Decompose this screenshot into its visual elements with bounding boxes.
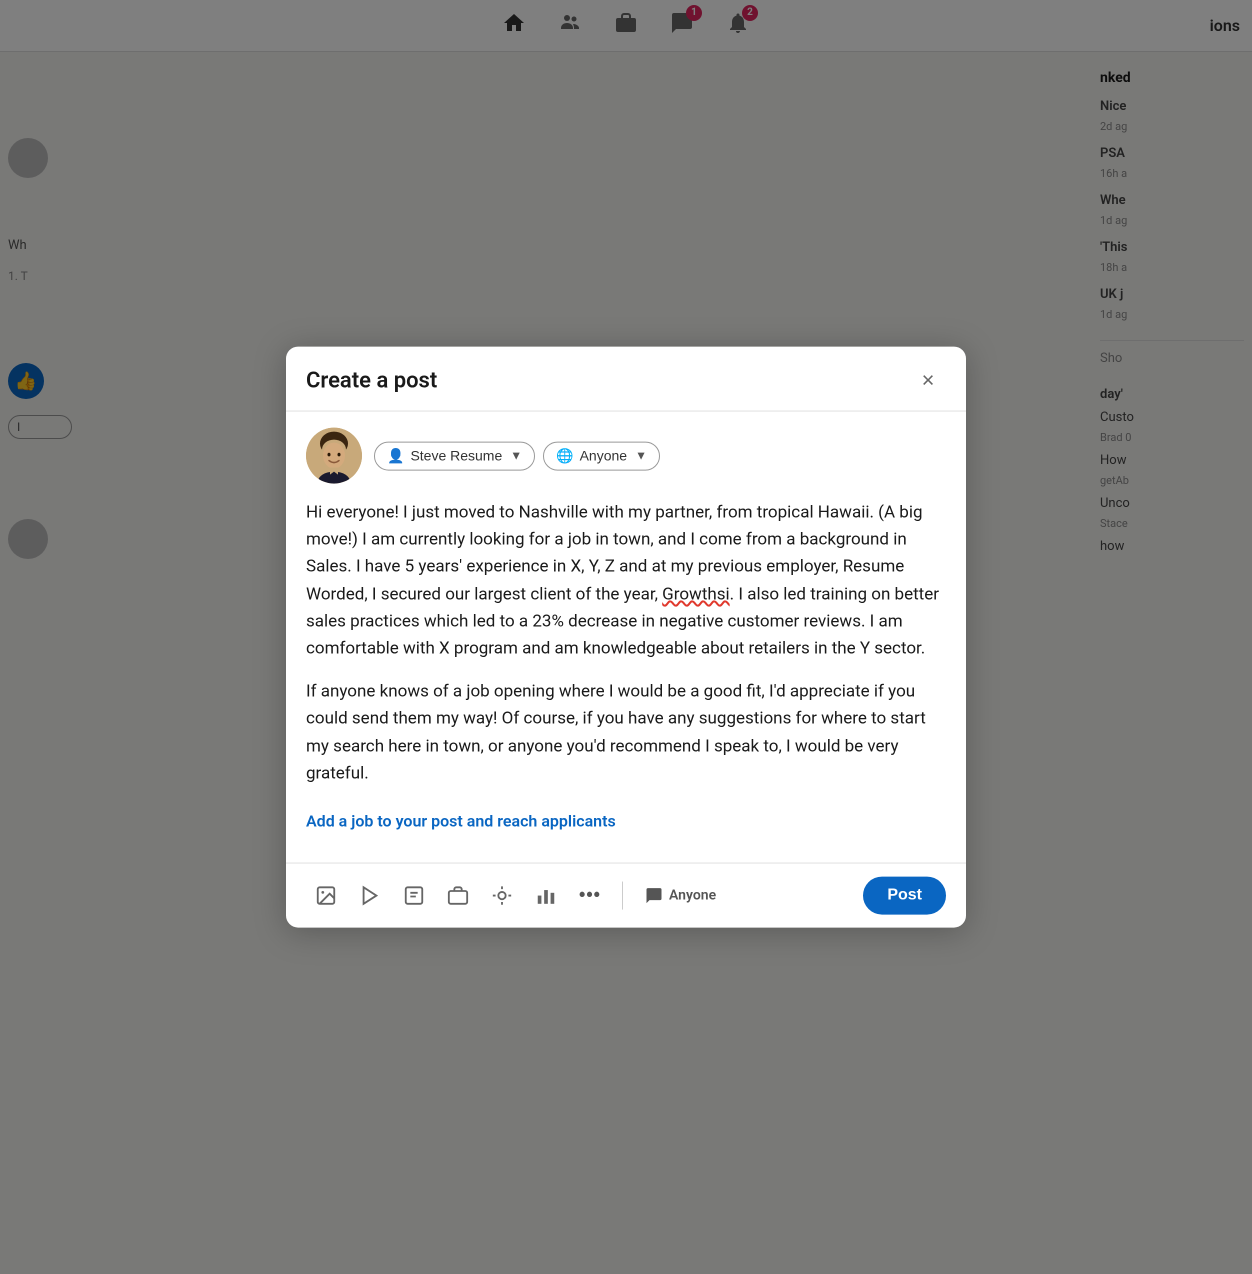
avatar: [306, 428, 362, 484]
post-paragraph-1: Hi everyone! I just moved to Nashville w…: [306, 500, 946, 663]
user-name-pill[interactable]: 👤 Steve Resume ▼: [374, 441, 535, 470]
person-icon: 👤: [387, 447, 404, 464]
video-icon-button[interactable]: [350, 875, 390, 915]
photo-icon-button[interactable]: [306, 875, 346, 915]
celebrate-icon-button[interactable]: [482, 875, 522, 915]
misspelled-word: Growthsi: [662, 584, 729, 604]
add-job-link[interactable]: Add a job to your post and reach applica…: [306, 811, 946, 830]
globe-icon: 🌐: [556, 447, 573, 464]
post-button[interactable]: Post: [863, 876, 946, 914]
name-chevron-icon: ▼: [510, 449, 522, 463]
footer-audience-label: Anyone: [669, 887, 716, 903]
audience-pill[interactable]: 🌐 Anyone ▼: [543, 441, 660, 470]
modal-header: Create a post ×: [286, 347, 966, 412]
modal-footer: ••• Anyone Post: [286, 862, 966, 927]
user-name-label: Steve Resume: [410, 448, 502, 464]
audience-label: Anyone: [580, 448, 627, 464]
user-info-row: 👤 Steve Resume ▼ 🌐 Anyone ▼: [306, 428, 946, 484]
user-controls: 👤 Steve Resume ▼ 🌐 Anyone ▼: [374, 441, 660, 470]
close-button[interactable]: ×: [910, 363, 946, 399]
modal-title: Create a post: [306, 368, 437, 393]
footer-divider: [622, 881, 623, 909]
document-icon-button[interactable]: [394, 875, 434, 915]
jobs-icon-button[interactable]: [438, 875, 478, 915]
footer-audience-selector[interactable]: Anyone: [635, 880, 726, 910]
poll-icon-button[interactable]: [526, 875, 566, 915]
modal-body: 👤 Steve Resume ▼ 🌐 Anyone ▼ Hi everyone!…: [286, 412, 966, 863]
more-icon-button[interactable]: •••: [570, 875, 610, 915]
post-text-area[interactable]: Hi everyone! I just moved to Nashville w…: [306, 500, 946, 788]
audience-chevron-icon: ▼: [635, 449, 647, 463]
post-paragraph-2: If anyone knows of a job opening where I…: [306, 679, 946, 788]
create-post-modal: Create a post ×: [286, 347, 966, 928]
